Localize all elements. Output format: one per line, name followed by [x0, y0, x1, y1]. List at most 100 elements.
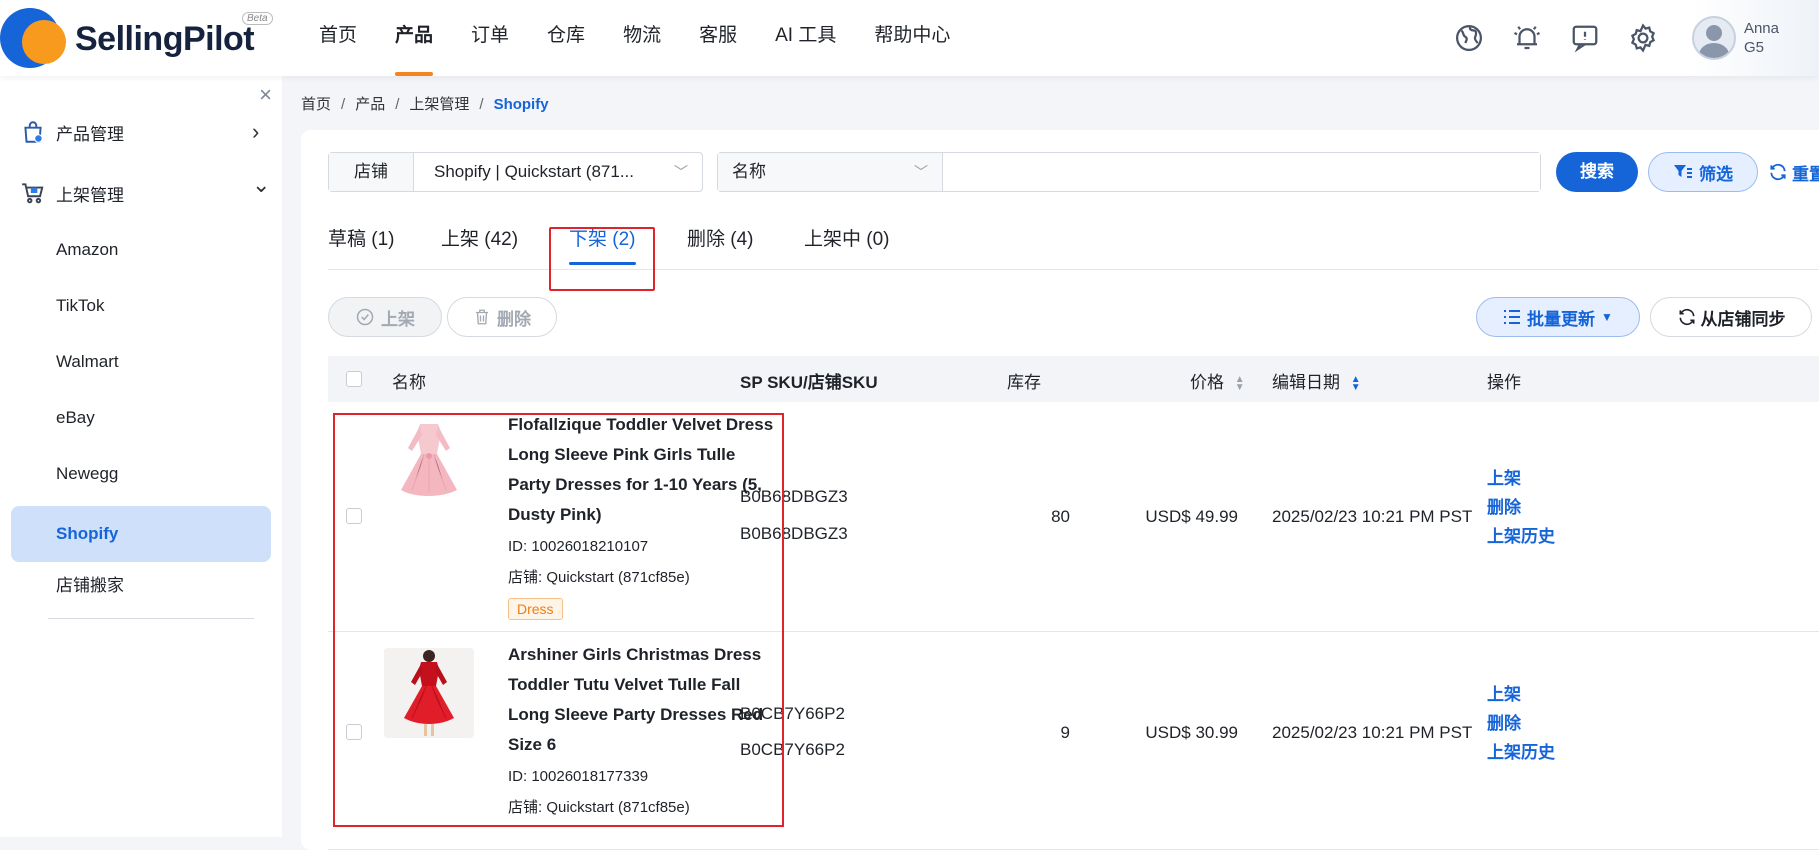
search-field-select[interactable]: 名称 ﹀: [718, 153, 943, 191]
refresh-icon: [1770, 163, 1786, 181]
user-code: G5: [1743, 39, 1764, 56]
avatar: [1691, 16, 1736, 60]
chevron-right-icon: ›: [252, 119, 260, 144]
nav-home[interactable]: 首页: [300, 0, 376, 76]
nav-ai-tools[interactable]: AI 工具: [756, 0, 855, 76]
relist-link[interactable]: 上架: [1487, 464, 1555, 493]
main-nav: 首页 产品 订单 仓库 物流 客服 AI 工具 帮助中心: [300, 0, 969, 76]
breadcrumb-listing[interactable]: 上架管理: [409, 96, 469, 113]
check-circle-icon: [356, 308, 374, 326]
chevron-down-icon: ﹀: [674, 164, 688, 180]
trash-icon: [476, 309, 488, 325]
store-select-value: Shopify | Quickstart (871...: [434, 162, 634, 181]
nav-customer-service[interactable]: 客服: [680, 0, 756, 76]
user-name: Anna: [1743, 20, 1779, 37]
bulk-update-button[interactable]: 批量更新 ▼: [1476, 297, 1640, 337]
sync-from-store-button[interactable]: 从店铺同步: [1650, 297, 1812, 337]
stock-value: 80: [1051, 507, 1070, 526]
delete-button-label: 删除: [497, 309, 531, 329]
reset-button-label: 重置: [1792, 164, 1819, 184]
list-button[interactable]: 上架: [328, 297, 442, 337]
top-header: SellingPilot Beta 首页 产品 订单 仓库 物流 客服 AI 工…: [0, 0, 1819, 76]
sort-icon[interactable]: ▲ ▼: [1351, 374, 1361, 392]
table-header: 名称 SP SKU/店铺SKU 库存 价格 ▲ ▼ 编辑日期 ▲ ▼ 操作: [328, 356, 1819, 402]
relist-link[interactable]: 上架: [1487, 680, 1555, 709]
breadcrumb-current: Shopify: [493, 96, 549, 113]
delete-link[interactable]: 删除: [1487, 709, 1555, 738]
sidebar-item-ebay[interactable]: eBay: [11, 390, 271, 446]
header-edit-date[interactable]: 编辑日期 ▲ ▼: [1272, 368, 1361, 393]
sidebar: × 产品管理 › 上架管理 ⌄ Amazon TikTok Walmart eB…: [0, 76, 282, 837]
delete-button[interactable]: 删除: [447, 297, 557, 337]
product-bag-icon: [24, 121, 43, 143]
price-value: USD$ 49.99: [1145, 507, 1238, 526]
header-stock: 库存: [1007, 373, 1041, 392]
annotation-box-tab: [549, 227, 655, 291]
sidebar-item-shopify[interactable]: Shopify: [11, 506, 271, 562]
operations: 上架 删除 上架历史: [1487, 464, 1555, 551]
user-info: Anna G5: [1744, 19, 1779, 57]
store-select[interactable]: Shopify | Quickstart (871... ﹀: [414, 153, 702, 191]
sync-icon: [1679, 308, 1694, 326]
logo-text: SellingPilot: [75, 20, 255, 58]
bell-icon[interactable]: [1512, 23, 1542, 53]
sidebar-group-label: 产品管理: [56, 124, 124, 144]
close-icon[interactable]: ×: [259, 82, 272, 108]
logo-circle-orange: [22, 20, 66, 64]
listing-history-link[interactable]: 上架历史: [1487, 522, 1555, 551]
store-filter[interactable]: 店铺 Shopify | Quickstart (871... ﹀: [328, 152, 703, 192]
filter-button[interactable]: 筛选: [1648, 152, 1758, 192]
reset-button[interactable]: 重置: [1768, 152, 1819, 192]
nav-help-center[interactable]: 帮助中心: [855, 0, 969, 76]
tab-deleted[interactable]: 删除 (4): [687, 224, 754, 251]
sidebar-group-listing-management[interactable]: 上架管理 ⌄: [20, 172, 270, 208]
nav-products[interactable]: 产品: [376, 0, 452, 76]
tab-listed[interactable]: 上架 (42): [441, 224, 518, 251]
globe-icon[interactable]: [1454, 23, 1484, 53]
breadcrumb-products[interactable]: 产品: [355, 96, 385, 113]
edit-date: 2025/02/23 10:21 PM PST: [1272, 507, 1473, 526]
user-menu[interactable]: Anna G5: [1691, 0, 1819, 76]
app-logo[interactable]: SellingPilot Beta: [0, 8, 273, 68]
search-input[interactable]: [943, 153, 1540, 191]
sidebar-item-store-migration[interactable]: 店铺搬家: [11, 558, 271, 614]
tab-listing-in-progress[interactable]: 上架中 (0): [804, 224, 890, 251]
header-operations: 操作: [1487, 373, 1521, 392]
tab-draft[interactable]: 草稿 (1): [328, 224, 395, 251]
nav-warehouse[interactable]: 仓库: [528, 0, 604, 76]
sidebar-item-walmart[interactable]: Walmart: [11, 334, 271, 390]
search-button[interactable]: 搜索: [1556, 152, 1638, 192]
stock-value: 9: [1060, 723, 1070, 742]
header-name: 名称: [392, 373, 426, 392]
sidebar-group-product-management[interactable]: 产品管理 ›: [20, 117, 259, 147]
nav-orders[interactable]: 订单: [452, 0, 528, 76]
sync-button-label: 从店铺同步: [1700, 309, 1786, 329]
breadcrumb-home[interactable]: 首页: [301, 96, 331, 113]
sidebar-item-newegg[interactable]: Newegg: [11, 446, 271, 502]
message-icon[interactable]: [1570, 23, 1600, 53]
select-all-checkbox[interactable]: [346, 371, 362, 387]
header-price-label: 价格: [1190, 373, 1224, 392]
sort-icon[interactable]: ▲ ▼: [1235, 374, 1245, 392]
name-filter: 名称 ﹀: [717, 152, 1541, 192]
divider: [48, 618, 254, 619]
delete-link[interactable]: 删除: [1487, 493, 1555, 522]
operations: 上架 删除 上架历史: [1487, 680, 1555, 767]
filter-button-label: 筛选: [1699, 164, 1733, 184]
chevron-down-icon: ⌄: [252, 172, 271, 197]
sidebar-item-amazon[interactable]: Amazon: [11, 222, 271, 278]
bulk-update-label: 批量更新: [1527, 309, 1596, 329]
sidebar-item-tiktok[interactable]: TikTok: [11, 278, 271, 334]
list-button-label: 上架: [381, 309, 415, 329]
chevron-down-icon: ﹀: [914, 164, 928, 180]
filter-icon: [1674, 165, 1692, 178]
listing-history-link[interactable]: 上架历史: [1487, 738, 1555, 767]
breadcrumb: 首页 / 产品 / 上架管理 / Shopify: [301, 96, 549, 113]
store-filter-label: 店铺: [329, 153, 414, 191]
gear-icon[interactable]: [1628, 23, 1658, 53]
header-price[interactable]: 价格 ▲ ▼: [1190, 368, 1245, 393]
price-value: USD$ 30.99: [1145, 723, 1238, 742]
cart-icon: [22, 183, 44, 204]
nav-logistics[interactable]: 物流: [604, 0, 680, 76]
annotation-box-products: [333, 413, 784, 827]
